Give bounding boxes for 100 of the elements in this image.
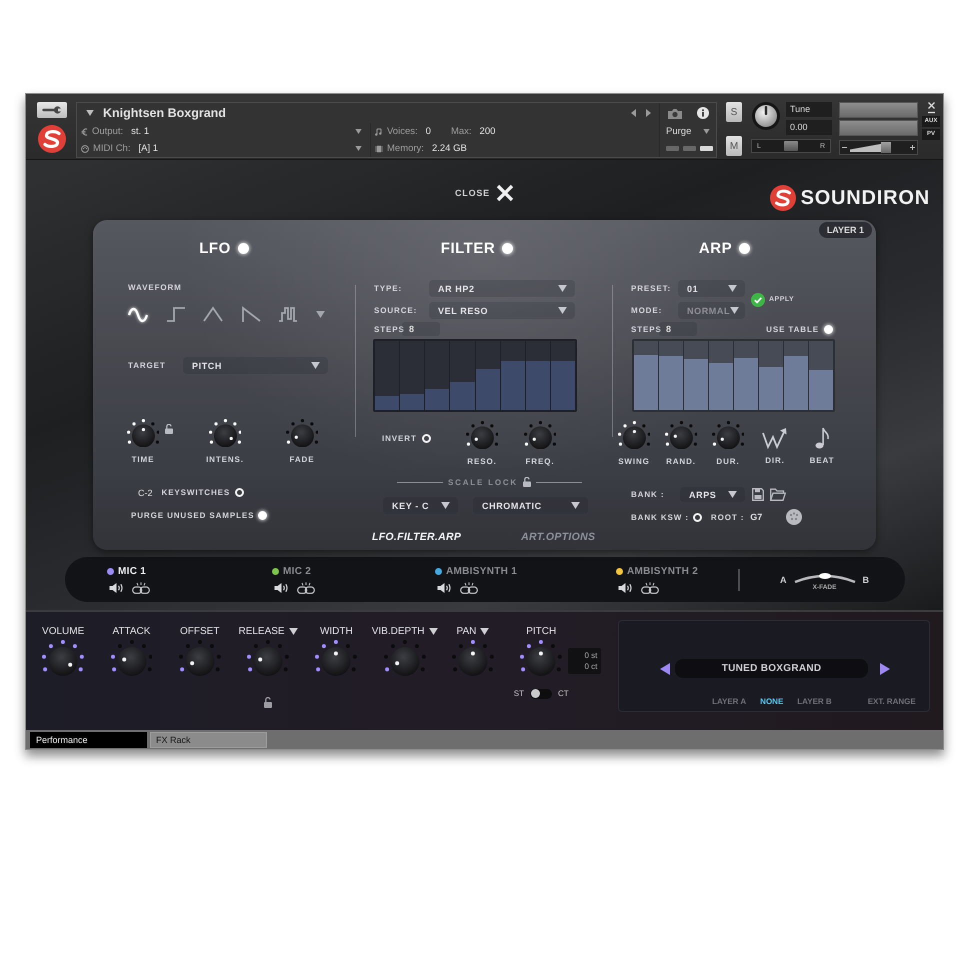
info-icon[interactable] (696, 107, 708, 119)
rotary-knob[interactable] (126, 419, 160, 448)
mic-tab[interactable]: AMBISYNTH 1 (446, 566, 518, 576)
dropdown-arrow-icon[interactable] (428, 628, 438, 634)
unlocked-padlock-icon[interactable] (264, 696, 272, 708)
dropdown[interactable]: VEL RESO (429, 302, 575, 319)
step-slider[interactable] (526, 341, 550, 410)
folder-icon[interactable] (770, 488, 786, 502)
close-button[interactable]: CLOSE (454, 182, 514, 204)
output-value[interactable]: st. 1 (131, 126, 150, 137)
toggle-button[interactable] (238, 242, 249, 254)
step-slider[interactable] (659, 341, 683, 410)
minimize-icon[interactable] (928, 111, 934, 114)
instrument-name[interactable]: Knightsen Boxgrand (103, 106, 226, 120)
step-slider[interactable] (634, 341, 658, 410)
toggle-button[interactable] (258, 511, 268, 520)
toggle-button[interactable] (422, 434, 431, 442)
panel-tab[interactable]: LFO.FILTER.ARP (372, 531, 462, 543)
dropdown[interactable]: PITCH (183, 357, 328, 374)
slider-handle[interactable] (784, 141, 798, 151)
close-icon[interactable] (928, 102, 934, 109)
mic-tab[interactable]: MIC 2 (283, 566, 312, 576)
speaker-icon[interactable] (437, 582, 452, 594)
speaker-icon[interactable] (274, 582, 289, 594)
root-value[interactable]: G7 (750, 512, 762, 522)
step-slider[interactable] (425, 341, 450, 410)
chain-link-icon[interactable] (641, 582, 659, 594)
chain-link-icon[interactable] (297, 582, 315, 594)
wrench-button[interactable] (37, 102, 67, 118)
rotary-knob[interactable] (664, 421, 698, 450)
purge-menu[interactable]: Purge (660, 126, 710, 137)
previous-arrow-icon[interactable] (660, 662, 670, 674)
layer-option[interactable]: NONE (760, 696, 784, 706)
dropdown[interactable]: AR HP2 (429, 280, 575, 297)
step-slider[interactable] (759, 341, 783, 410)
layer-option[interactable]: LAYER B (797, 696, 832, 706)
dropdown[interactable]: 01 (678, 280, 745, 297)
rotary-knob[interactable] (315, 640, 358, 676)
rotary-knob[interactable] (618, 421, 650, 450)
steps-value[interactable]: 8 (659, 322, 697, 336)
steps-value[interactable]: 8 (402, 322, 440, 336)
random-steps-icon[interactable] (278, 304, 298, 324)
layer-option[interactable]: LAYER A (712, 696, 746, 706)
ramp-wave-icon[interactable] (240, 304, 260, 324)
save-icon[interactable] (752, 488, 764, 502)
panel-tab[interactable]: ART.OPTIONS (521, 531, 596, 543)
mic-tab[interactable]: MIC 1 (118, 566, 146, 576)
step-slider[interactable] (476, 341, 500, 410)
dropdown-arrow-icon[interactable] (288, 628, 298, 634)
unit-switch[interactable] (530, 688, 552, 698)
camera-icon[interactable] (668, 108, 682, 118)
next-arrow-icon[interactable] (880, 662, 890, 674)
step-slider[interactable] (375, 341, 400, 410)
step-slider[interactable] (684, 341, 708, 410)
dropdown[interactable]: KEY - C (383, 497, 458, 514)
rotary-knob[interactable] (247, 640, 289, 676)
keyswitch-note[interactable]: C-2 (138, 488, 153, 498)
toggle-button[interactable] (692, 512, 702, 522)
mute-button[interactable]: M (726, 136, 742, 156)
speaker-icon[interactable] (109, 582, 124, 594)
music-note-icon[interactable] (814, 426, 830, 450)
left-arrow-icon[interactable] (631, 109, 636, 117)
toggle-button[interactable] (502, 242, 514, 254)
step-slider[interactable] (400, 341, 424, 410)
round-port-icon[interactable] (786, 509, 802, 526)
step-slider[interactable] (784, 341, 808, 410)
step-slider[interactable] (550, 341, 575, 410)
unlocked-padlock-icon[interactable] (165, 424, 173, 434)
solo-button[interactable]: S (726, 102, 742, 122)
step-wave-icon[interactable] (166, 304, 186, 324)
tune-value[interactable]: 0.00 (786, 120, 832, 135)
step-slider[interactable] (734, 341, 758, 410)
step-slider[interactable] (500, 341, 525, 410)
zigzag-arrow-icon[interactable] (762, 426, 788, 450)
rotary-knob[interactable] (110, 640, 152, 676)
mic-tab[interactable]: AMBISYNTH 2 (627, 566, 698, 576)
step-slider[interactable] (809, 341, 833, 410)
midi-channel-value[interactable]: [A] 1 (138, 143, 158, 154)
step-slider[interactable] (450, 341, 474, 410)
chain-link-icon[interactable] (132, 582, 150, 594)
tune-knob[interactable] (752, 102, 780, 130)
speaker-icon[interactable] (618, 582, 633, 594)
dropdown[interactable]: ARPS (680, 487, 745, 502)
dropdown[interactable]: CHROMATIC (473, 497, 588, 514)
step-slider[interactable] (709, 341, 733, 410)
slider-handle[interactable] (818, 572, 830, 578)
max-value[interactable]: 200 (480, 126, 496, 137)
slider-handle[interactable] (880, 142, 891, 153)
bottom-tab[interactable]: Performance (30, 732, 147, 748)
chain-link-icon[interactable] (460, 582, 478, 594)
toggle-button[interactable] (235, 488, 244, 498)
rotary-knob[interactable] (520, 640, 562, 676)
right-arrow-icon[interactable] (646, 109, 651, 117)
ext-range-button[interactable]: EXT. RANGE (868, 696, 916, 706)
triangle-wave-icon[interactable] (203, 304, 223, 324)
unlocked-padlock-icon[interactable] (523, 477, 531, 487)
dropdown-arrow-icon[interactable] (480, 628, 490, 634)
toggle-button[interactable] (824, 324, 833, 334)
toggle-button[interactable] (739, 242, 750, 254)
bottom-tab[interactable]: FX Rack (150, 732, 267, 748)
